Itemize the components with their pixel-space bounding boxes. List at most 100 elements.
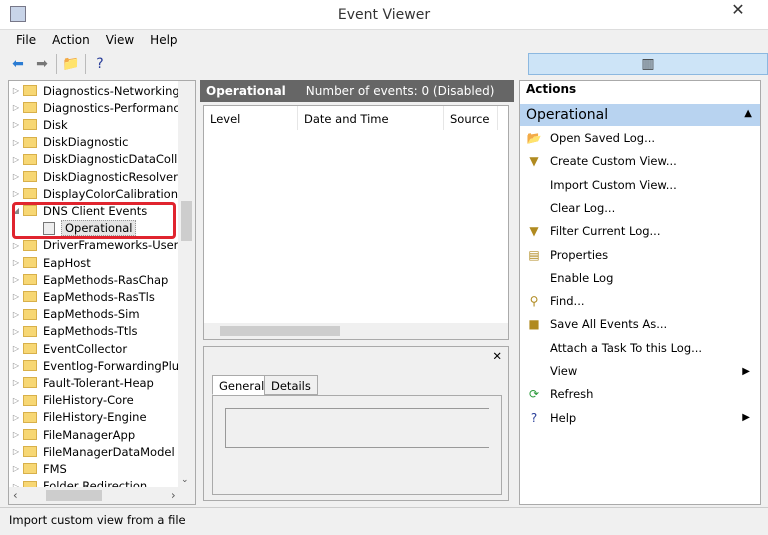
expand-arrow-icon[interactable]: ▷: [9, 327, 23, 336]
expand-arrow-icon[interactable]: ▷: [9, 464, 23, 473]
action-help[interactable]: ? Help ▶: [520, 407, 760, 429]
toolbar-separator: [85, 54, 86, 74]
close-window-button[interactable]: ✕: [716, 0, 760, 22]
menu-view[interactable]: View: [98, 30, 142, 50]
tree-item[interactable]: ▷ DiskDiagnosticDataCollec: [9, 151, 191, 168]
action-label: Attach a Task To this Log...: [550, 340, 703, 355]
action-find[interactable]: ⚲ Find...: [520, 290, 760, 312]
menu-action[interactable]: Action: [44, 30, 98, 50]
expand-arrow-icon[interactable]: ▷: [9, 344, 23, 353]
folder-icon: [23, 171, 37, 182]
up-folder-icon[interactable]: 📁: [61, 54, 81, 74]
action-properties[interactable]: ▤ Properties: [520, 244, 760, 266]
expand-arrow-icon[interactable]: ▷: [9, 120, 23, 129]
folder-icon: [23, 257, 37, 268]
expand-arrow-icon[interactable]: ▷: [9, 138, 23, 147]
tree-item[interactable]: ▷ Diagnostics-Networking: [9, 82, 180, 99]
tree-item[interactable]: ▷ Diagnostics-Performance: [9, 99, 187, 116]
filter-icon: ▼: [529, 224, 539, 239]
tree-item[interactable]: ▷ FMS: [9, 460, 67, 477]
expand-arrow-icon[interactable]: ▷: [9, 413, 23, 422]
tree-item[interactable]: ▷ FileManagerDataModel: [9, 443, 175, 460]
expand-arrow-icon[interactable]: ▷: [9, 241, 23, 250]
action-enable-log[interactable]: Enable Log: [520, 267, 760, 289]
action-save-all-events-as[interactable]: ■ Save All Events As...: [520, 313, 760, 335]
events-grid[interactable]: Level Date and Time Source: [203, 105, 509, 340]
tree-horizontal-scrollbar[interactable]: ‹ ›: [9, 487, 195, 504]
action-clear-log[interactable]: Clear Log...: [520, 197, 760, 219]
tree-item[interactable]: ▷ Disk: [9, 116, 68, 133]
log-header: Operational Number of events: 0 (Disable…: [200, 80, 514, 102]
log-info: Number of events: 0 (Disabled): [305, 84, 495, 98]
tree-item-label: Diagnostics-Performance: [43, 100, 187, 115]
expand-arrow-icon[interactable]: ▷: [9, 447, 23, 456]
log-title: Operational: [206, 84, 286, 98]
folder-icon: [23, 308, 37, 320]
tree-item[interactable]: ▷ EapHost: [9, 254, 91, 271]
action-open-saved-log[interactable]: 📂 Open Saved Log...: [520, 127, 760, 149]
grid-horizontal-scrollbar[interactable]: [204, 323, 508, 339]
tree-item[interactable]: ▷ EapMethods-RasTls: [9, 288, 155, 305]
action-filter-current-log[interactable]: ▼ Filter Current Log...: [520, 220, 760, 242]
expand-arrow-icon[interactable]: ▷: [9, 378, 23, 387]
tree-item-label: FileHistory-Engine: [43, 410, 147, 425]
expand-arrow-icon[interactable]: ▷: [9, 310, 23, 319]
expand-arrow-icon[interactable]: ▷: [9, 258, 23, 267]
back-icon[interactable]: ⬅: [8, 54, 28, 74]
console-tree[interactable]: ▷ Diagnostics-Networking ▷ Diagnostics-Perf…: [8, 80, 196, 505]
tab-details[interactable]: Details: [264, 375, 318, 395]
tree-item[interactable]: ▷ FileHistory-Engine: [9, 409, 147, 426]
tree-item[interactable]: ▷ DiskDiagnostic: [9, 134, 129, 151]
tab-general[interactable]: General: [212, 375, 272, 395]
action-create-custom-view[interactable]: ▼ Create Custom View...: [520, 150, 760, 172]
tree-item-label: FileHistory-Core: [43, 393, 134, 408]
folder-icon: [23, 136, 37, 148]
expand-arrow-icon[interactable]: ▷: [9, 430, 23, 439]
folder-icon: [23, 239, 37, 251]
tree-item[interactable]: ▷ EventCollector: [9, 340, 127, 357]
expand-arrow-icon[interactable]: ▷: [9, 155, 23, 164]
show-hide-action-pane-icon[interactable]: ▥: [528, 53, 768, 75]
tree-vertical-scrollbar[interactable]: ⌄: [178, 81, 195, 487]
title-bar: Event Viewer ✕: [0, 0, 768, 30]
tree-item[interactable]: ▷ FileManagerApp: [9, 426, 135, 443]
tree-item-label: FileManagerApp: [43, 427, 136, 442]
tree-item-label: FMS: [43, 461, 67, 476]
tree-item[interactable]: ▷ DriverFrameworks-UserMo: [9, 237, 195, 254]
action-view[interactable]: View ▶: [520, 360, 760, 382]
expand-arrow-icon[interactable]: ▷: [9, 396, 23, 405]
tree-item[interactable]: ▷ DisplayColorCalibration: [9, 185, 178, 202]
actions-section-operational[interactable]: Operational ▲: [520, 104, 760, 126]
tree-item[interactable]: ▷ EapMethods-Sim: [9, 306, 140, 323]
expand-arrow-icon[interactable]: ▷: [9, 361, 23, 370]
action-import-custom-view[interactable]: Import Custom View...: [520, 174, 760, 196]
tree-item-label: EapMethods-RasTls: [43, 289, 155, 304]
refresh-icon: ⟳: [528, 387, 540, 402]
expand-arrow-icon[interactable]: ▷: [9, 86, 23, 95]
expand-arrow-icon[interactable]: ▷: [9, 189, 23, 198]
tree-item[interactable]: ▷ Eventlog-ForwardingPlug: [9, 357, 186, 374]
menu-help[interactable]: Help: [142, 30, 185, 50]
action-refresh[interactable]: ⟳ Refresh: [520, 383, 760, 405]
tree-item[interactable]: ▷ Fault-Tolerant-Heap: [9, 374, 154, 391]
binoculars-icon: ⚲: [529, 294, 539, 309]
action-attach-a-task-to-this-log[interactable]: Attach a Task To this Log...: [520, 337, 760, 359]
expand-arrow-icon[interactable]: ▷: [9, 292, 23, 301]
folder-icon: [23, 85, 37, 96]
tree-item[interactable]: ▷ EapMethods-RasChap: [9, 271, 168, 288]
section-label: Operational: [526, 107, 609, 123]
column-level[interactable]: Level: [204, 106, 298, 130]
help-icon[interactable]: ?: [90, 54, 110, 74]
expand-arrow-icon[interactable]: ▷: [9, 275, 23, 284]
tree-item[interactable]: ▷ DiskDiagnosticResolver: [9, 168, 178, 185]
tree-item[interactable]: ▷ EapMethods-Ttls: [9, 323, 138, 340]
column-date-time[interactable]: Date and Time: [298, 106, 444, 130]
expand-arrow-icon[interactable]: ▷: [9, 172, 23, 181]
expand-arrow-icon[interactable]: ▷: [9, 103, 23, 112]
tree-item[interactable]: ▷ FileHistory-Core: [9, 392, 134, 409]
close-detail-button[interactable]: ✕: [492, 349, 502, 363]
menu-file[interactable]: File: [8, 30, 44, 50]
action-label: Find...: [550, 294, 585, 309]
column-source[interactable]: Source: [444, 106, 498, 130]
forward-icon[interactable]: ➡: [32, 54, 52, 74]
